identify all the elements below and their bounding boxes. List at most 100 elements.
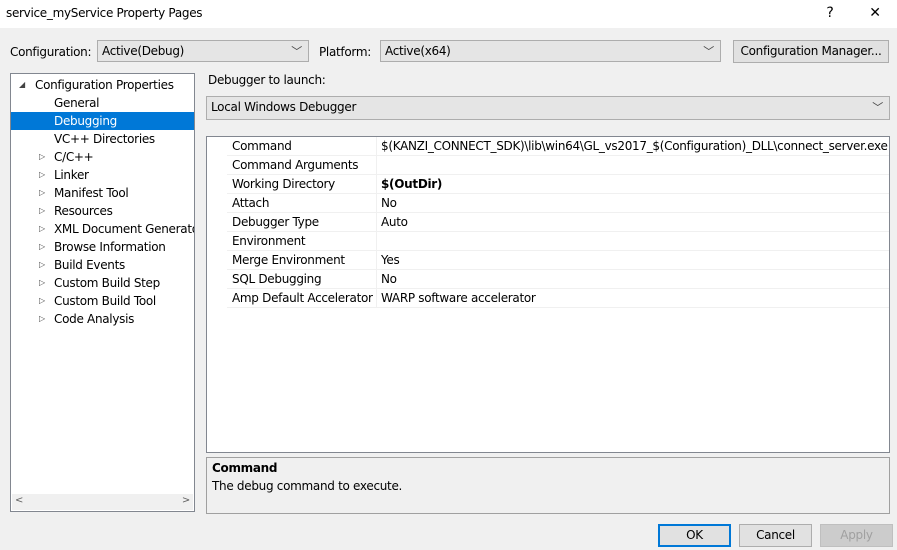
tree-item-linker[interactable]: ▷ Linker bbox=[11, 166, 194, 184]
help-button[interactable]: ? bbox=[808, 0, 852, 28]
close-button[interactable]: ✕ bbox=[853, 0, 897, 28]
property-row[interactable]: SQL Debugging No bbox=[207, 270, 889, 289]
property-name: Environment bbox=[232, 234, 306, 248]
row-gutter bbox=[207, 289, 227, 308]
window-title: service_myService Property Pages bbox=[6, 6, 203, 20]
expand-arrow-icon[interactable]: ▷ bbox=[39, 274, 45, 292]
platform-label: Platform: bbox=[319, 45, 371, 59]
property-value[interactable]: No bbox=[376, 270, 889, 289]
expand-arrow-icon[interactable]: ▷ bbox=[39, 202, 45, 220]
platform-value: Active(x64) bbox=[385, 44, 451, 58]
chevron-down-icon: ﹀ bbox=[872, 101, 883, 114]
property-name: Command Arguments bbox=[232, 158, 359, 172]
property-name: Debugger Type bbox=[232, 215, 319, 229]
horizontal-scrollbar[interactable]: < > bbox=[12, 494, 193, 510]
expand-arrow-icon[interactable]: ▷ bbox=[39, 256, 45, 274]
configuration-label: Configuration: bbox=[10, 45, 92, 59]
tree-item-label: VC++ Directories bbox=[54, 132, 155, 146]
apply-button[interactable]: Apply bbox=[820, 524, 893, 547]
row-gutter bbox=[207, 232, 227, 251]
tree-item-label: Debugging bbox=[54, 114, 117, 128]
tree-item-label: Build Events bbox=[54, 258, 125, 272]
tree-item-label: Linker bbox=[54, 168, 89, 182]
tree-item-c-c-[interactable]: ▷ C/C++ bbox=[11, 148, 194, 166]
property-row[interactable]: Merge Environment Yes bbox=[207, 251, 889, 270]
property-value[interactable] bbox=[376, 232, 889, 251]
row-gutter bbox=[207, 251, 227, 270]
row-gutter bbox=[207, 137, 227, 156]
chevron-down-icon: ﹀ bbox=[703, 45, 714, 58]
tree-item-debugging[interactable]: Debugging bbox=[11, 112, 194, 130]
property-grid: Command $(KANZI_CONNECT_SDK)\lib\win64\GL… bbox=[206, 136, 890, 453]
property-name: Working Directory bbox=[232, 177, 335, 191]
property-row[interactable]: Command $(KANZI_CONNECT_SDK)\lib\win64\GL… bbox=[207, 137, 889, 156]
title-bar: service_myService Property Pages ? ✕ bbox=[0, 0, 897, 28]
row-gutter bbox=[207, 156, 227, 175]
tree-item-label: Browse Information bbox=[54, 240, 166, 254]
expand-arrow-icon[interactable]: ▷ bbox=[39, 238, 45, 256]
property-name: Command bbox=[232, 139, 292, 153]
cancel-button[interactable]: Cancel bbox=[739, 524, 812, 547]
expand-arrow-icon[interactable]: ▷ bbox=[39, 184, 45, 202]
tree-item-resources[interactable]: ▷ Resources bbox=[11, 202, 194, 220]
expand-arrow-icon[interactable]: ▷ bbox=[39, 148, 45, 166]
debugger-value: Local Windows Debugger bbox=[211, 100, 357, 114]
row-gutter bbox=[207, 270, 227, 289]
tree-item-general[interactable]: General bbox=[11, 94, 194, 112]
description-panel: Command The debug command to execute. bbox=[206, 457, 890, 514]
row-gutter bbox=[207, 213, 227, 232]
property-row[interactable]: Command Arguments bbox=[207, 156, 889, 175]
row-gutter bbox=[207, 194, 227, 213]
description-text: The debug command to execute. bbox=[212, 479, 403, 493]
debugger-label: Debugger to launch: bbox=[208, 73, 326, 87]
property-name: SQL Debugging bbox=[232, 272, 322, 286]
tree-item-browse-information[interactable]: ▷ Browse Information bbox=[11, 238, 194, 256]
tree-item-label: XML Document Generator bbox=[54, 222, 195, 236]
tree-root[interactable]: ◢ Configuration Properties bbox=[11, 76, 194, 94]
property-value[interactable] bbox=[376, 156, 889, 175]
property-row[interactable]: Amp Default Accelerator WARP software acc… bbox=[207, 289, 889, 308]
ok-button[interactable]: OK bbox=[658, 524, 731, 547]
tree-item-label: Custom Build Step bbox=[54, 276, 160, 290]
tree-item-label: General bbox=[54, 96, 100, 110]
expand-arrow-icon[interactable]: ▷ bbox=[39, 310, 45, 328]
configuration-value: Active(Debug) bbox=[102, 44, 185, 58]
configuration-select[interactable]: Active(Debug) ﹀ bbox=[97, 40, 309, 62]
tree-item-label: Manifest Tool bbox=[54, 186, 129, 200]
property-tree[interactable]: ◢ Configuration Properties General Debuggi… bbox=[10, 73, 195, 512]
property-row[interactable]: Environment bbox=[207, 232, 889, 251]
tree-item-label: Code Analysis bbox=[54, 312, 135, 326]
configuration-manager-button[interactable]: Configuration Manager... bbox=[733, 40, 889, 63]
scroll-right-icon[interactable]: > bbox=[182, 495, 190, 506]
property-value[interactable]: Auto bbox=[376, 213, 889, 232]
property-value[interactable]: Yes bbox=[376, 251, 889, 270]
expand-arrow-icon[interactable]: ▷ bbox=[39, 166, 45, 184]
property-row[interactable]: Working Directory $(OutDir) bbox=[207, 175, 889, 194]
property-row[interactable]: Attach No bbox=[207, 194, 889, 213]
collapse-arrow-icon[interactable]: ◢ bbox=[19, 76, 25, 94]
expand-arrow-icon[interactable]: ▷ bbox=[39, 220, 45, 238]
property-value[interactable]: WARP software accelerator bbox=[376, 289, 889, 308]
property-value[interactable]: $(OutDir) bbox=[376, 175, 889, 194]
row-gutter bbox=[207, 175, 227, 194]
property-row[interactable]: Debugger Type Auto bbox=[207, 213, 889, 232]
tree-item-build-events[interactable]: ▷ Build Events bbox=[11, 256, 194, 274]
expand-arrow-icon[interactable]: ▷ bbox=[39, 292, 45, 310]
tree-root-label: Configuration Properties bbox=[35, 78, 174, 92]
tree-item-label: Custom Build Tool bbox=[54, 294, 156, 308]
description-title: Command bbox=[212, 461, 278, 475]
tree-item-xml-document-generator[interactable]: ▷ XML Document Generator bbox=[11, 220, 194, 238]
tree-item-label: C/C++ bbox=[54, 150, 94, 164]
property-name: Attach bbox=[232, 196, 270, 210]
tree-item-custom-build-step[interactable]: ▷ Custom Build Step bbox=[11, 274, 194, 292]
tree-item-vc-directories[interactable]: VC++ Directories bbox=[11, 130, 194, 148]
chevron-down-icon: ﹀ bbox=[291, 45, 302, 58]
platform-select[interactable]: Active(x64) ﹀ bbox=[380, 40, 721, 62]
tree-item-custom-build-tool[interactable]: ▷ Custom Build Tool bbox=[11, 292, 194, 310]
scroll-left-icon[interactable]: < bbox=[15, 495, 23, 506]
tree-item-code-analysis[interactable]: ▷ Code Analysis bbox=[11, 310, 194, 328]
property-value[interactable]: No bbox=[376, 194, 889, 213]
property-value[interactable]: $(KANZI_CONNECT_SDK)\lib\win64\GL_vs2017… bbox=[376, 137, 889, 156]
debugger-select[interactable]: Local Windows Debugger ﹀ bbox=[206, 96, 890, 120]
tree-item-manifest-tool[interactable]: ▷ Manifest Tool bbox=[11, 184, 194, 202]
